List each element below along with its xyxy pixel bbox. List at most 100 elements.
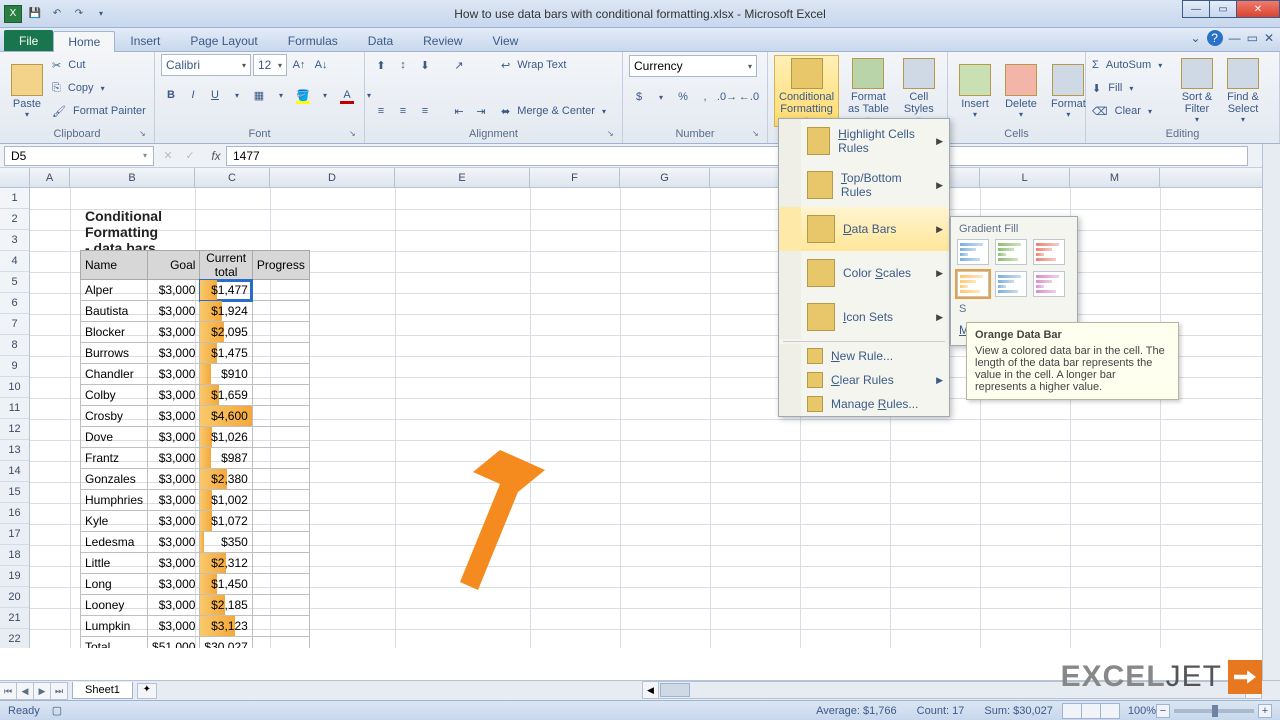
number-format-select[interactable]: Currency▾ bbox=[629, 55, 757, 77]
cells-area[interactable]: Conditional Formatting - data bars NameG… bbox=[30, 188, 1280, 648]
maximize-button[interactable]: ▭ bbox=[1209, 0, 1237, 18]
tab-file[interactable]: File bbox=[4, 30, 53, 51]
sheet-nav-prev-icon[interactable]: ◀ bbox=[16, 682, 34, 700]
row-header[interactable]: 18 bbox=[0, 545, 29, 566]
save-icon[interactable]: 💾 bbox=[26, 5, 44, 23]
new-sheet-button[interactable]: ✦ bbox=[137, 683, 157, 699]
number-launcher-icon[interactable]: ↘ bbox=[752, 129, 764, 141]
align-top-icon[interactable]: ⬆ bbox=[371, 55, 391, 75]
row-header[interactable]: 15 bbox=[0, 482, 29, 503]
tab-view[interactable]: View bbox=[478, 30, 534, 51]
format-cells-button[interactable]: Format▾ bbox=[1046, 55, 1091, 127]
font-name-select[interactable]: Calibri▾ bbox=[161, 54, 251, 76]
tab-home[interactable]: Home bbox=[53, 31, 115, 52]
column-header[interactable]: A bbox=[30, 168, 70, 187]
inc-decimal-icon[interactable]: .0→ bbox=[717, 87, 737, 107]
row-header[interactable]: 14 bbox=[0, 461, 29, 482]
select-all-corner[interactable] bbox=[0, 168, 30, 187]
alignment-launcher-icon[interactable]: ↘ bbox=[607, 129, 619, 141]
minimize-ribbon-icon[interactable]: ⌄ bbox=[1191, 31, 1201, 45]
find-select-button[interactable]: Find & Select▾ bbox=[1222, 55, 1264, 127]
sheet-tab-sheet1[interactable]: Sheet1 bbox=[72, 682, 133, 699]
close-button[interactable]: ✕ bbox=[1236, 0, 1280, 18]
normal-view-icon[interactable] bbox=[1062, 703, 1082, 719]
help-icon[interactable]: ? bbox=[1207, 30, 1223, 46]
copy-button[interactable]: ⎘ Copy ▾ bbox=[52, 78, 146, 98]
sheet-nav-first-icon[interactable]: ⏮ bbox=[0, 682, 17, 700]
row-header[interactable]: 3 bbox=[0, 230, 29, 251]
tab-review[interactable]: Review bbox=[408, 30, 477, 51]
qat-customize-icon[interactable]: ▾ bbox=[92, 5, 110, 23]
zoom-slider[interactable]: − + bbox=[1156, 704, 1272, 718]
sheet-nav-next-icon[interactable]: ▶ bbox=[33, 682, 51, 700]
dec-decimal-icon[interactable]: ←.0 bbox=[739, 87, 759, 107]
zoom-in-icon[interactable]: + bbox=[1258, 704, 1272, 718]
borders-button[interactable]: ▦ bbox=[249, 85, 269, 105]
column-header[interactable]: M bbox=[1070, 168, 1160, 187]
conditional-formatting-button[interactable]: Conditional Formatting▾ bbox=[774, 55, 839, 127]
paste-button[interactable]: Paste▾ bbox=[6, 55, 48, 127]
font-launcher-icon[interactable]: ↘ bbox=[349, 129, 361, 141]
cut-button[interactable]: ✂ Cut bbox=[52, 55, 146, 75]
row-header[interactable]: 12 bbox=[0, 419, 29, 440]
column-header[interactable]: G bbox=[620, 168, 710, 187]
macro-record-icon[interactable]: ▢ bbox=[52, 704, 62, 717]
cf-menu-action[interactable]: Clear Rules▶ bbox=[779, 368, 949, 392]
tab-data[interactable]: Data bbox=[353, 30, 408, 51]
insert-cells-button[interactable]: Insert▾ bbox=[954, 55, 996, 127]
workbook-restore-icon[interactable]: ▭ bbox=[1247, 31, 1258, 45]
cf-menu-item[interactable]: Icon Sets▶ bbox=[779, 295, 949, 339]
tab-page-layout[interactable]: Page Layout bbox=[175, 30, 272, 51]
underline-button[interactable]: U bbox=[205, 85, 225, 105]
column-header[interactable]: B bbox=[70, 168, 195, 187]
page-layout-view-icon[interactable] bbox=[1081, 703, 1101, 719]
dec-indent-icon[interactable]: ⇤ bbox=[449, 101, 469, 121]
page-break-view-icon[interactable] bbox=[1100, 703, 1120, 719]
autosum-button[interactable]: Σ AutoSum ▾ bbox=[1092, 55, 1172, 75]
cf-menu-item[interactable]: Data Bars▶ bbox=[779, 207, 949, 251]
row-header[interactable]: 19 bbox=[0, 566, 29, 587]
inc-indent-icon[interactable]: ⇥ bbox=[471, 101, 491, 121]
format-as-table-button[interactable]: Format as Table▾ bbox=[843, 55, 894, 127]
formula-input[interactable]: 1477 bbox=[226, 146, 1248, 166]
name-box[interactable]: D5▾ bbox=[4, 146, 154, 166]
fill-color-button[interactable]: 🪣 bbox=[293, 85, 313, 105]
zoom-level[interactable]: 100% bbox=[1128, 705, 1156, 717]
merge-center-button[interactable]: ⬌ Merge & Center ▾ bbox=[501, 101, 606, 121]
row-header[interactable]: 22 bbox=[0, 629, 29, 648]
cancel-formula-icon[interactable]: ✕ bbox=[158, 146, 178, 166]
column-header[interactable]: D bbox=[270, 168, 395, 187]
align-left-icon[interactable]: ≡ bbox=[371, 101, 391, 121]
row-header[interactable]: 17 bbox=[0, 524, 29, 545]
redo-icon[interactable]: ↷ bbox=[70, 5, 88, 23]
sheet-nav-last-icon[interactable]: ⏭ bbox=[50, 682, 68, 700]
wrap-text-button[interactable]: ↩ Wrap Text bbox=[501, 55, 606, 75]
row-header[interactable]: 13 bbox=[0, 440, 29, 461]
row-header[interactable]: 7 bbox=[0, 314, 29, 335]
grow-font-icon[interactable]: A↑ bbox=[289, 55, 309, 75]
cf-menu-item[interactable]: Highlight Cells Rules▶ bbox=[779, 119, 949, 163]
format-painter-button[interactable]: 🖌 Format Painter bbox=[52, 101, 146, 121]
align-bottom-icon[interactable]: ⬇ bbox=[415, 55, 435, 75]
clipboard-launcher-icon[interactable]: ↘ bbox=[139, 129, 151, 141]
workbook-close-icon[interactable]: ✕ bbox=[1264, 31, 1274, 45]
sort-filter-button[interactable]: Sort & Filter▾ bbox=[1176, 55, 1218, 127]
row-header[interactable]: 1 bbox=[0, 188, 29, 209]
column-header[interactable]: C bbox=[195, 168, 270, 187]
cell-styles-button[interactable]: Cell Styles▾ bbox=[898, 55, 940, 127]
tab-insert[interactable]: Insert bbox=[115, 30, 175, 51]
font-color-button[interactable]: A bbox=[337, 85, 357, 105]
row-header[interactable]: 11 bbox=[0, 398, 29, 419]
row-header[interactable]: 10 bbox=[0, 377, 29, 398]
column-header[interactable]: E bbox=[395, 168, 530, 187]
databar-swatch[interactable] bbox=[1033, 239, 1065, 265]
bold-button[interactable]: B bbox=[161, 85, 181, 105]
workbook-minimize-icon[interactable]: — bbox=[1229, 31, 1241, 45]
tab-formulas[interactable]: Formulas bbox=[273, 30, 353, 51]
delete-cells-button[interactable]: Delete▾ bbox=[1000, 55, 1042, 127]
shrink-font-icon[interactable]: A↓ bbox=[311, 55, 331, 75]
italic-button[interactable]: I bbox=[183, 85, 203, 105]
databar-swatch[interactable] bbox=[957, 271, 989, 297]
fx-icon[interactable]: fx bbox=[206, 149, 226, 163]
cf-menu-item[interactable]: Top/Bottom Rules▶ bbox=[779, 163, 949, 207]
